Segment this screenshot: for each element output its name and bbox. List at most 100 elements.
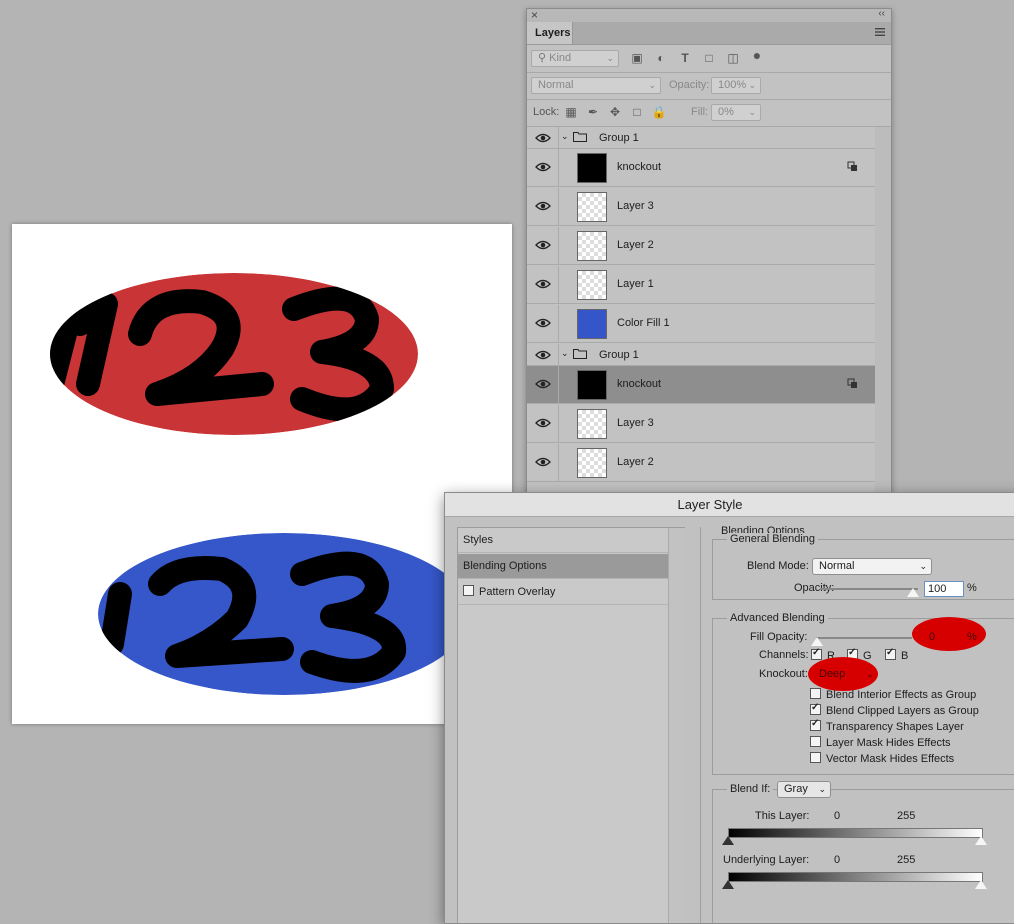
eye-icon[interactable] bbox=[535, 278, 551, 290]
chevron-down-icon[interactable]: ⌄ bbox=[561, 131, 571, 141]
eye-icon[interactable] bbox=[535, 161, 551, 173]
layer-thumbnail[interactable] bbox=[577, 270, 607, 300]
underlying-layer-white-thumb[interactable] bbox=[975, 880, 987, 889]
blend-mode-select[interactable]: Normal ⌄ bbox=[812, 558, 932, 575]
blend-if-select[interactable]: Gray ⌄ bbox=[777, 781, 831, 798]
opacity-slider[interactable] bbox=[820, 588, 918, 590]
lock-artboard-icon[interactable]: □ bbox=[629, 104, 645, 120]
layer-blend-mode-dropdown[interactable]: Normal ⌄ bbox=[531, 77, 661, 94]
channels-label: Channels: bbox=[759, 649, 809, 661]
styles-list-item-styles[interactable]: Styles bbox=[458, 528, 668, 553]
fill-opacity-slider-thumb[interactable] bbox=[811, 637, 823, 646]
filter-kind-dropdown[interactable]: ⚲ Kind ⌄ bbox=[531, 50, 619, 67]
adjustment-filter-icon[interactable]: ◐ bbox=[653, 50, 669, 66]
eye-icon[interactable] bbox=[535, 200, 551, 212]
pattern-overlay-checkbox[interactable] bbox=[463, 585, 474, 596]
tab-layers[interactable]: Layers bbox=[527, 22, 573, 44]
layer-opacity-field[interactable]: 100% ⌄ bbox=[711, 77, 761, 94]
linked-layer-icon bbox=[847, 161, 859, 173]
styles-list-scrollbar[interactable] bbox=[668, 528, 685, 923]
panel-titlebar: × ‹‹ bbox=[527, 9, 891, 22]
layer-thumbnail[interactable] bbox=[577, 409, 607, 439]
layer-blend-mode-value: Normal bbox=[538, 79, 574, 91]
lock-row: Lock: ▦ ✒ ✥ □ 🔒 Fill: 0% ⌄ bbox=[527, 99, 891, 127]
type-filter-icon[interactable]: T bbox=[677, 50, 693, 66]
channel-r-checkbox[interactable] bbox=[811, 647, 822, 660]
layer-group-row[interactable]: ⌄ Group 1 bbox=[527, 127, 875, 149]
layer-row[interactable]: Layer 3 bbox=[527, 188, 875, 226]
layer-fill-field[interactable]: 0% ⌄ bbox=[711, 104, 761, 121]
layer-thumbnail[interactable] bbox=[577, 192, 607, 222]
shape-filter-icon[interactable]: □ bbox=[701, 50, 717, 66]
underlying-layer-black-thumb[interactable] bbox=[722, 880, 734, 889]
eye-icon[interactable] bbox=[535, 349, 551, 361]
layers-scrollbar[interactable] bbox=[875, 127, 891, 529]
chevron-down-icon: ⌄ bbox=[606, 53, 614, 63]
advanced-blending-group: Advanced Blending Fill Opacity: 0 % Chan… bbox=[712, 612, 1014, 775]
channel-b-checkbox[interactable] bbox=[885, 647, 896, 660]
panel-menu-icon[interactable] bbox=[875, 27, 885, 37]
layer-row[interactable]: Layer 1 bbox=[527, 266, 875, 304]
fill-opacity-input[interactable]: 0 bbox=[929, 631, 935, 643]
smart-object-filter-icon[interactable]: ◫ bbox=[725, 50, 741, 66]
group-name: Group 1 bbox=[599, 132, 639, 144]
this-layer-white-thumb[interactable] bbox=[975, 836, 987, 845]
eye-icon[interactable] bbox=[535, 378, 551, 390]
knockout-select[interactable]: Deep ⌄ bbox=[819, 668, 874, 680]
advanced-option-checkbox[interactable] bbox=[810, 688, 821, 699]
chevron-down-icon: ⌄ bbox=[748, 107, 756, 117]
filter-row: ⚲ Kind ⌄ ▣ ◐ T □ ◫ ● bbox=[527, 45, 891, 73]
advanced-option[interactable]: Vector Mask Hides Effects bbox=[810, 752, 954, 765]
layer-group-row[interactable]: ⌄ Group 1 bbox=[527, 344, 875, 366]
eye-icon[interactable] bbox=[535, 317, 551, 329]
advanced-option[interactable]: Blend Interior Effects as Group bbox=[810, 688, 976, 701]
lock-all-icon[interactable]: 🔒 bbox=[651, 104, 667, 120]
layer-thumbnail[interactable] bbox=[577, 309, 607, 339]
lock-label: Lock: bbox=[533, 106, 560, 118]
advanced-option-checkbox[interactable] bbox=[810, 736, 821, 747]
layer-row[interactable]: knockout bbox=[527, 366, 875, 404]
fill-opacity-slider[interactable] bbox=[816, 637, 912, 639]
underlying-layer-gradient[interactable] bbox=[728, 872, 983, 882]
advanced-option-checkbox[interactable] bbox=[810, 702, 821, 715]
blend-if-group: Blend If: Gray ⌄ This Layer: 0 255 Under… bbox=[712, 781, 1014, 923]
eye-icon[interactable] bbox=[535, 239, 551, 251]
close-icon[interactable]: × bbox=[531, 9, 538, 22]
layer-row[interactable]: knockout bbox=[527, 149, 875, 187]
layer-thumbnail[interactable] bbox=[577, 153, 607, 183]
layer-row[interactable]: Layer 3 bbox=[527, 405, 875, 443]
blending-options-pane: Blending Options General Blending Blend … bbox=[700, 525, 1014, 923]
advanced-option[interactable]: Blend Clipped Layers as Group bbox=[810, 702, 979, 717]
layer-row[interactable]: Layer 2 bbox=[527, 444, 875, 482]
advanced-option-checkbox[interactable] bbox=[810, 752, 821, 763]
layer-thumbnail[interactable] bbox=[577, 370, 607, 400]
collapse-icon[interactable]: ‹‹ bbox=[878, 9, 885, 19]
channel-b[interactable]: B bbox=[885, 647, 908, 662]
opacity-input[interactable]: 100 bbox=[924, 581, 964, 597]
layer-thumbnail[interactable] bbox=[577, 448, 607, 478]
styles-list-item-pattern-overlay[interactable]: Pattern Overlay bbox=[458, 580, 668, 605]
layer-row[interactable]: Color Fill 1 bbox=[527, 305, 875, 343]
eye-icon[interactable] bbox=[535, 132, 551, 144]
styles-list-item-blending-options[interactable]: Blending Options bbox=[458, 554, 668, 579]
advanced-option-checkbox[interactable] bbox=[810, 718, 821, 731]
eye-icon[interactable] bbox=[535, 417, 551, 429]
document-canvas[interactable] bbox=[12, 224, 512, 724]
advanced-option-label: Layer Mask Hides Effects bbox=[826, 737, 951, 749]
advanced-option[interactable]: Layer Mask Hides Effects bbox=[810, 736, 951, 749]
lock-transparency-icon[interactable]: ▦ bbox=[563, 104, 579, 120]
advanced-option[interactable]: Transparency Shapes Layer bbox=[810, 718, 964, 733]
blue-oval bbox=[98, 533, 470, 695]
folder-icon bbox=[573, 131, 587, 142]
opacity-slider-thumb[interactable] bbox=[907, 588, 919, 597]
this-layer-black-thumb[interactable] bbox=[722, 836, 734, 845]
filter-toggle-icon[interactable]: ● bbox=[749, 47, 765, 63]
lock-brush-icon[interactable]: ✒ bbox=[585, 104, 601, 120]
eye-icon[interactable] bbox=[535, 456, 551, 468]
layer-row[interactable]: Layer 2 bbox=[527, 227, 875, 265]
pixel-filter-icon[interactable]: ▣ bbox=[629, 50, 645, 66]
lock-position-icon[interactable]: ✥ bbox=[607, 104, 623, 120]
layer-thumbnail[interactable] bbox=[577, 231, 607, 261]
chevron-down-icon[interactable]: ⌄ bbox=[561, 348, 571, 358]
this-layer-gradient[interactable] bbox=[728, 828, 983, 838]
